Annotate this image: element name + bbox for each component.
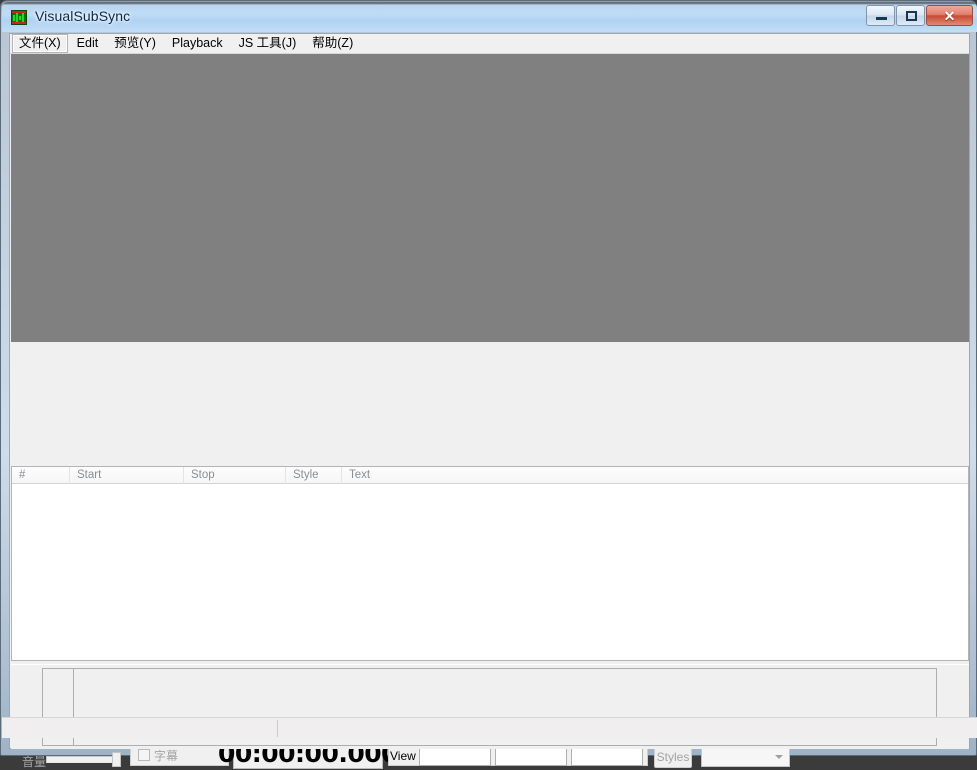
column-header-index[interactable]: #: [12, 467, 70, 484]
menu-edit[interactable]: Edit: [70, 34, 106, 53]
autoscroll-subtitle-checkbox[interactable]: [138, 749, 150, 761]
close-icon: ✕: [927, 9, 972, 23]
close-button[interactable]: ✕: [926, 5, 973, 26]
menu-file[interactable]: 文件(X): [12, 34, 68, 53]
subtitle-list-header: # Start Stop Style Text: [12, 467, 968, 484]
chevron-down-icon: [775, 755, 783, 759]
title-bar[interactable]: VisualSubSync ✕: [2, 2, 977, 32]
column-header-text[interactable]: Text: [342, 467, 968, 484]
window-frame: VisualSubSync ✕ 文件(X) Edit 预览(Y) Play: [0, 0, 977, 756]
status-segment-secondary: [278, 720, 970, 737]
subtitle-list[interactable]: # Start Stop Style Text: [11, 466, 969, 661]
volume-slider[interactable]: [46, 756, 121, 763]
visualsubsync-waveform-icon: [11, 10, 27, 25]
status-segment-main: [10, 720, 278, 737]
menu-help[interactable]: 帮助(Z): [305, 34, 360, 53]
maximize-button[interactable]: [896, 5, 925, 26]
window-controls: ✕: [865, 5, 973, 27]
control-toolbar: 音量 Auto-scroll : WAV display 字幕: [11, 342, 969, 466]
column-header-style[interactable]: Style: [286, 467, 342, 484]
minimize-icon: [876, 17, 887, 20]
menu-preview[interactable]: 预览(Y): [107, 34, 163, 53]
menu-js-tools[interactable]: JS 工具(J): [232, 34, 304, 53]
video-display-area[interactable]: [11, 54, 969, 342]
timing-row-view-label: View: [390, 749, 416, 763]
application-window: VisualSubSync ✕ 文件(X) Edit 预览(Y) Play: [0, 0, 977, 756]
styles-button[interactable]: Styles: [654, 746, 692, 768]
column-header-stop[interactable]: Stop: [184, 467, 286, 484]
column-header-start[interactable]: Start: [70, 467, 184, 484]
menu-bar: 文件(X) Edit 预览(Y) Playback JS 工具(J) 帮助(Z): [10, 34, 969, 54]
window-title: VisualSubSync: [35, 8, 130, 24]
volume-slider-thumb[interactable]: [112, 752, 121, 767]
status-bar: [2, 717, 977, 738]
styles-combo[interactable]: [701, 746, 790, 767]
menu-playback[interactable]: Playback: [165, 34, 230, 53]
minimize-button[interactable]: [866, 5, 895, 26]
maximize-icon: [906, 11, 917, 21]
client-area: 文件(X) Edit 预览(Y) Playback JS 工具(J) 帮助(Z): [9, 33, 970, 749]
